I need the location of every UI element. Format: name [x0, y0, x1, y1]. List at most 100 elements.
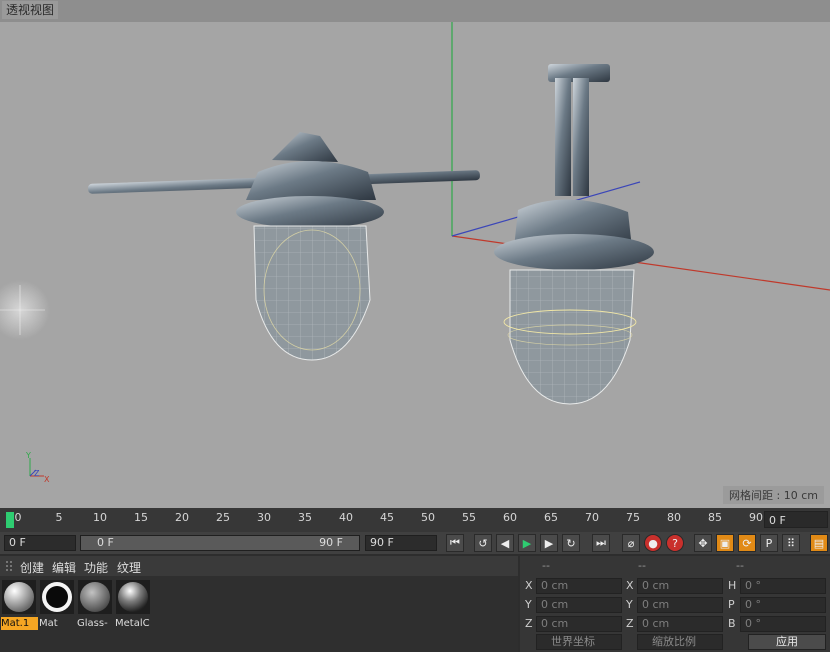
material-name: Glass- — [77, 618, 108, 629]
timeline-tick-label: 0 — [14, 511, 22, 524]
rotation-p-field[interactable]: 0 ° — [740, 597, 826, 613]
prev-frame-button[interactable]: ◀ — [496, 534, 514, 552]
material-slot[interactable]: Glass- — [77, 580, 114, 629]
menu-edit[interactable]: 编辑 — [52, 559, 76, 576]
material-sphere-icon — [78, 580, 112, 614]
axis-label: X — [626, 579, 634, 592]
axis-label: H — [728, 579, 737, 592]
timeline-tick-label: 70 — [585, 511, 599, 524]
timeline-tick-label: 55 — [462, 511, 476, 524]
transport-bar: 0 F 0 F 90 F 90 F ⏮ ↺ ◀ ▶ ▶ ↻ ⏭ ⌀ ● ? ✥ … — [0, 532, 830, 554]
timeline-tick-label: 30 — [257, 511, 271, 524]
material-menu-bar: 创建 编辑 功能 纹理 — [0, 556, 518, 576]
rotate-key-icon[interactable]: ⟳ — [738, 534, 756, 552]
axis-label: Z — [525, 617, 533, 630]
timeline-window-icon[interactable]: ▤ — [810, 534, 828, 552]
axis-label: B — [728, 617, 736, 630]
size-x-field[interactable]: 0 cm — [637, 578, 723, 594]
material-sphere-icon — [116, 580, 150, 614]
timeline-tick-label: 40 — [339, 511, 353, 524]
material-slot[interactable]: Mat.1 — [1, 580, 38, 630]
axis-label: X — [525, 579, 533, 592]
material-sphere-icon — [2, 580, 36, 614]
move-key-icon[interactable]: ✥ — [694, 534, 712, 552]
range-start-label: 0 F — [97, 536, 114, 549]
timeline-tick-label: 15 — [134, 511, 148, 524]
preview-range-slider[interactable]: 0 F 90 F — [80, 535, 360, 551]
scale-key-icon[interactable]: ▣ — [716, 534, 734, 552]
lamp-right — [494, 64, 654, 405]
timeline-tick-label: 50 — [421, 511, 435, 524]
viewport-title[interactable]: 透视视图 — [2, 1, 59, 19]
material-manager: 创建 编辑 功能 纹理 Mat.1 Mat Glass- MetalC — [0, 556, 518, 652]
timeline-tick-label: 65 — [544, 511, 558, 524]
material-slot[interactable]: Mat — [39, 580, 76, 629]
position-y-field[interactable]: 0 cm — [536, 597, 622, 613]
axis-gizmo: Y Z X — [25, 452, 50, 484]
position-x-field[interactable]: 0 cm — [536, 578, 622, 594]
menu-texture[interactable]: 纹理 — [117, 559, 141, 576]
current-frame-field[interactable]: 0 F — [4, 535, 76, 551]
coord-header-rotation: -- — [736, 559, 744, 572]
coord-row-z: Z 0 cm Z 0 cm B 0 ° — [520, 616, 830, 634]
menu-create[interactable]: 创建 — [20, 559, 44, 576]
coord-header-size: -- — [638, 559, 646, 572]
go-to-start-button[interactable]: ⏮ — [446, 534, 464, 552]
coord-header-position: -- — [542, 559, 550, 572]
menu-function[interactable]: 功能 — [84, 559, 108, 576]
coord-row-y: Y 0 cm Y 0 cm P 0 ° — [520, 597, 830, 615]
pla-key-icon[interactable]: ⠿ — [782, 534, 800, 552]
timeline-tick-label: 45 — [380, 511, 394, 524]
lamp-left — [88, 132, 480, 361]
play-button[interactable]: ▶ — [518, 534, 536, 552]
coord-row-x: X 0 cm X 0 cm H 0 ° — [520, 578, 830, 596]
grip-icon[interactable] — [6, 561, 14, 571]
axis-label: Y — [525, 598, 532, 611]
playhead-marker[interactable] — [6, 512, 14, 528]
record-button[interactable]: ● — [644, 534, 662, 552]
max-frame-field[interactable]: 90 F — [365, 535, 437, 551]
material-sphere-icon — [40, 580, 74, 614]
position-z-field[interactable]: 0 cm — [536, 616, 622, 632]
timeline-tick-label: 60 — [503, 511, 517, 524]
autokey-button[interactable]: ? — [666, 534, 684, 552]
timeline-tick-label: 5 — [55, 511, 63, 524]
material-name: Mat.1 — [1, 617, 38, 630]
next-key-button[interactable]: ↻ — [562, 534, 580, 552]
gizmo-z-label: Z — [34, 469, 40, 478]
frame-ruler[interactable]: 0 5 10 15 20 25 30 35 40 45 50 55 60 65 70 75 80 85 90 — [0, 508, 763, 532]
perspective-viewport[interactable]: 透视视图 Y Z X 网格间距: 10 cm — [0, 0, 830, 508]
rotation-h-field[interactable]: 0 ° — [740, 578, 826, 594]
timeline-tick-label: 10 — [93, 511, 107, 524]
apply-button[interactable]: 应用 — [748, 634, 826, 650]
timeline-tick-label: 85 — [708, 511, 722, 524]
timeline-ruler[interactable]: 0 5 10 15 20 25 30 35 40 45 50 55 60 65 70 75 80 85 90 0 F — [0, 508, 830, 532]
viewport-header: 透视视图 — [0, 0, 830, 22]
go-to-end-button[interactable]: ⏭ — [592, 534, 610, 552]
rotation-b-field[interactable]: 0 ° — [740, 616, 826, 632]
axis-label: Y — [626, 598, 633, 611]
timeline-tick-label: 75 — [626, 511, 640, 524]
timeline-tick-label: 25 — [216, 511, 230, 524]
param-key-icon[interactable]: P — [760, 534, 778, 552]
prev-key-button[interactable]: ↺ — [474, 534, 492, 552]
axis-label: P — [728, 598, 735, 611]
size-z-field[interactable]: 0 cm — [637, 616, 723, 632]
timeline-frame-field[interactable]: 0 F — [764, 511, 828, 528]
scene-render[interactable] — [0, 22, 830, 508]
timeline-tick-label: 35 — [298, 511, 312, 524]
scale-mode-dropdown[interactable]: 缩放比例 — [637, 634, 723, 650]
size-y-field[interactable]: 0 cm — [637, 597, 723, 613]
axis-label: Z — [626, 617, 634, 630]
material-slot[interactable]: MetalC — [115, 580, 152, 629]
coordinate-space-dropdown[interactable]: 世界坐标 — [536, 634, 622, 650]
light-object — [0, 280, 50, 340]
material-name: Mat — [39, 618, 58, 629]
range-end-label: 90 F — [319, 536, 343, 549]
material-name: MetalC — [115, 618, 150, 629]
timeline-tick-label: 90 — [749, 511, 763, 524]
timeline-tick-label: 80 — [667, 511, 681, 524]
key-disabled-icon[interactable]: ⌀ — [622, 534, 640, 552]
coordinates-panel: -- -- -- X 0 cm X 0 cm H 0 ° Y 0 cm Y 0 … — [520, 556, 830, 652]
next-frame-button[interactable]: ▶ — [540, 534, 558, 552]
